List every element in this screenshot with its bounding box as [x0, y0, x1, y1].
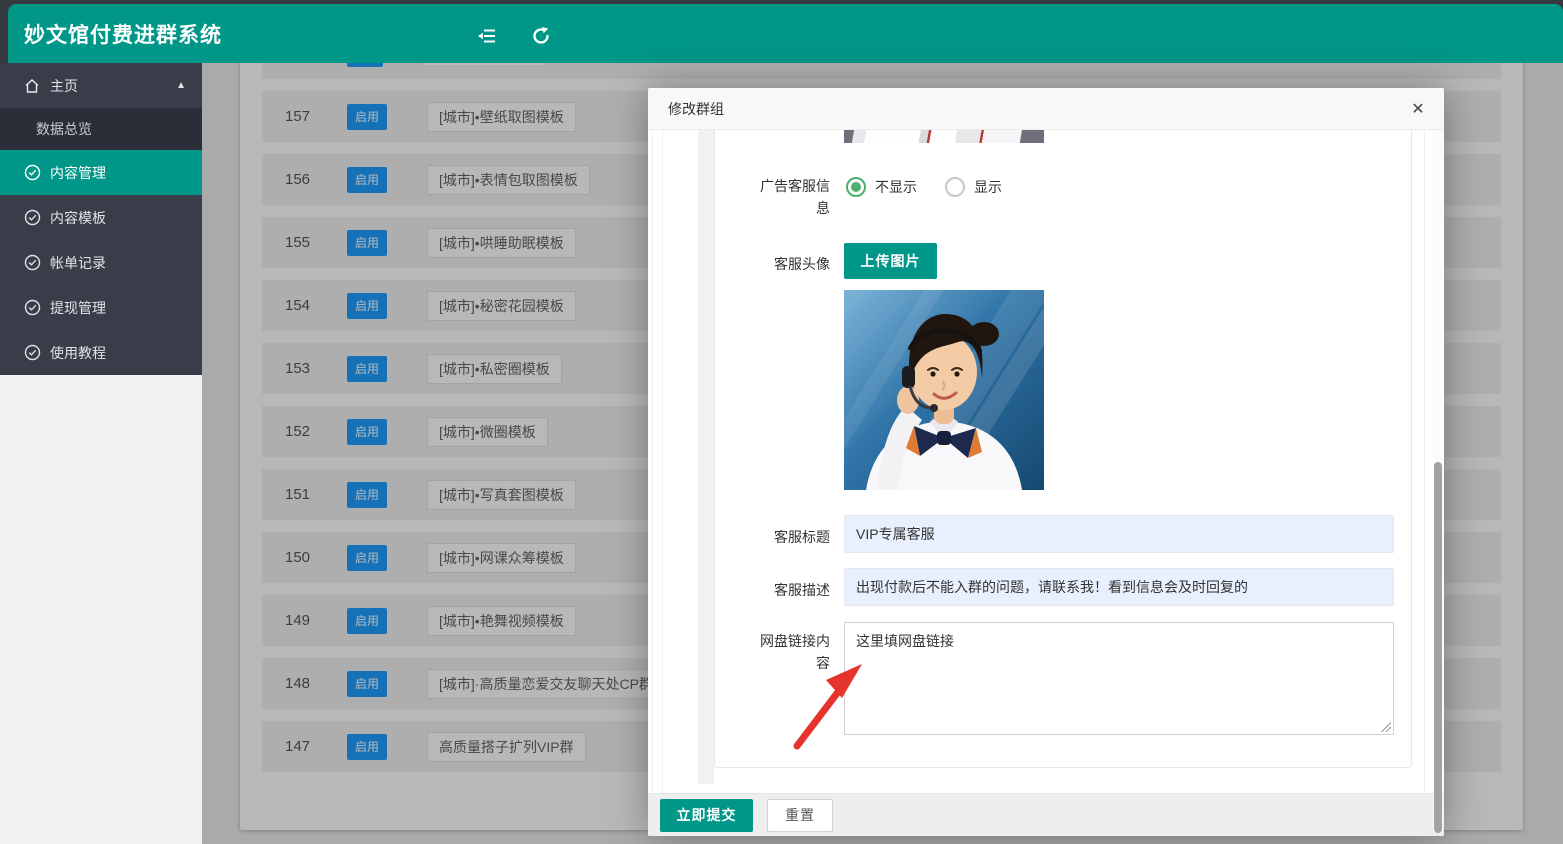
field-label-netdisk: 网盘链接内容 [755, 630, 830, 674]
sidebar-item-billing[interactable]: 帐单记录 [0, 240, 202, 285]
reset-button[interactable]: 重置 [767, 799, 833, 832]
check-circle-icon [22, 208, 42, 228]
app-title: 妙文馆付费进群系统 [24, 19, 222, 49]
radio-unselected-icon[interactable] [945, 177, 965, 197]
modal-titlebar: 修改群组 ✕ [648, 88, 1444, 130]
sidebar-item-content-manage[interactable]: 内容管理 [0, 150, 202, 195]
sidebar-item-label: 使用教程 [50, 343, 106, 363]
netdisk-text: 这里填网盘链接 [856, 633, 954, 649]
inner-scroll-track[interactable] [698, 130, 714, 784]
check-circle-icon [22, 253, 42, 273]
refresh-icon[interactable] [528, 23, 554, 49]
check-circle-icon [22, 343, 42, 363]
sidebar-item-label: 内容模板 [50, 208, 106, 228]
sidebar-item-label: 帐单记录 [50, 253, 106, 273]
sidebar-item-withdraw[interactable]: 提现管理 [0, 285, 202, 330]
modal-body: 广告客服信息 不显示 显示 客服头像 上传图片 [648, 130, 1444, 793]
close-icon[interactable]: ✕ [1408, 99, 1428, 119]
sidebar-item-label: 主页 [50, 76, 78, 96]
sidebar-item-label: 内容管理 [50, 163, 106, 183]
edit-group-modal: 修改群组 ✕ 广告客服信息 不显示 显示 客服头像 上传图片 [648, 88, 1444, 836]
previous-image-bottom-edge [844, 130, 1044, 143]
ad-service-radio-group: 不显示 显示 [846, 175, 1002, 199]
field-label-service-title: 客服标题 [755, 526, 830, 548]
netdisk-textarea[interactable]: 这里填网盘链接 [844, 622, 1394, 735]
home-icon [22, 76, 42, 96]
modal-scrollbar[interactable] [1433, 130, 1443, 832]
field-label-ad-service: 广告客服信息 [755, 175, 830, 219]
menu-toggle-icon[interactable] [474, 23, 500, 49]
divider [652, 130, 653, 793]
chevron-up-icon[interactable]: ▲ [176, 80, 186, 91]
service-desc-input[interactable]: 出现付款后不能入群的问题，请联系我！看到信息会及时回复的 [844, 568, 1394, 606]
customer-service-photo [844, 290, 1044, 490]
app-header: 妙文馆付费进群系统 [8, 4, 1563, 63]
field-label-service-desc: 客服描述 [755, 579, 830, 601]
sidebar-item-home[interactable]: 主页 ▲ [0, 63, 202, 108]
service-title-input[interactable]: VIP专属客服 [844, 515, 1394, 553]
modal-title: 修改群组 [668, 99, 724, 119]
sidebar: 主页 ▲ 数据总览 内容管理 内容模板 [0, 63, 202, 844]
radio-label[interactable]: 显示 [974, 177, 1002, 197]
sidebar-item-content-template[interactable]: 内容模板 [0, 195, 202, 240]
sidebar-item-data-overview[interactable]: 数据总览 [0, 108, 202, 150]
sidebar-item-tutorial[interactable]: 使用教程 [0, 330, 202, 375]
check-circle-icon [22, 298, 42, 318]
sidebar-subitem-label: 数据总览 [36, 119, 92, 139]
check-circle-icon [22, 163, 42, 183]
resize-handle-icon[interactable] [1381, 722, 1391, 732]
app-root: 妙文馆付费进群系统 主页 ▲ [0, 0, 1563, 844]
divider [1424, 130, 1425, 793]
modal-footer: 立即提交 重置 [648, 793, 1444, 836]
upload-image-button[interactable]: 上传图片 [844, 243, 937, 279]
sidebar-item-label: 提现管理 [50, 298, 106, 318]
radio-selected-icon[interactable] [846, 177, 866, 197]
form-panel: 广告客服信息 不显示 显示 客服头像 上传图片 [714, 130, 1412, 768]
submit-button[interactable]: 立即提交 [660, 799, 753, 832]
radio-label[interactable]: 不显示 [875, 177, 917, 197]
scrollbar-thumb[interactable] [1434, 462, 1442, 833]
field-label-avatar: 客服头像 [755, 253, 830, 275]
divider [662, 130, 663, 793]
